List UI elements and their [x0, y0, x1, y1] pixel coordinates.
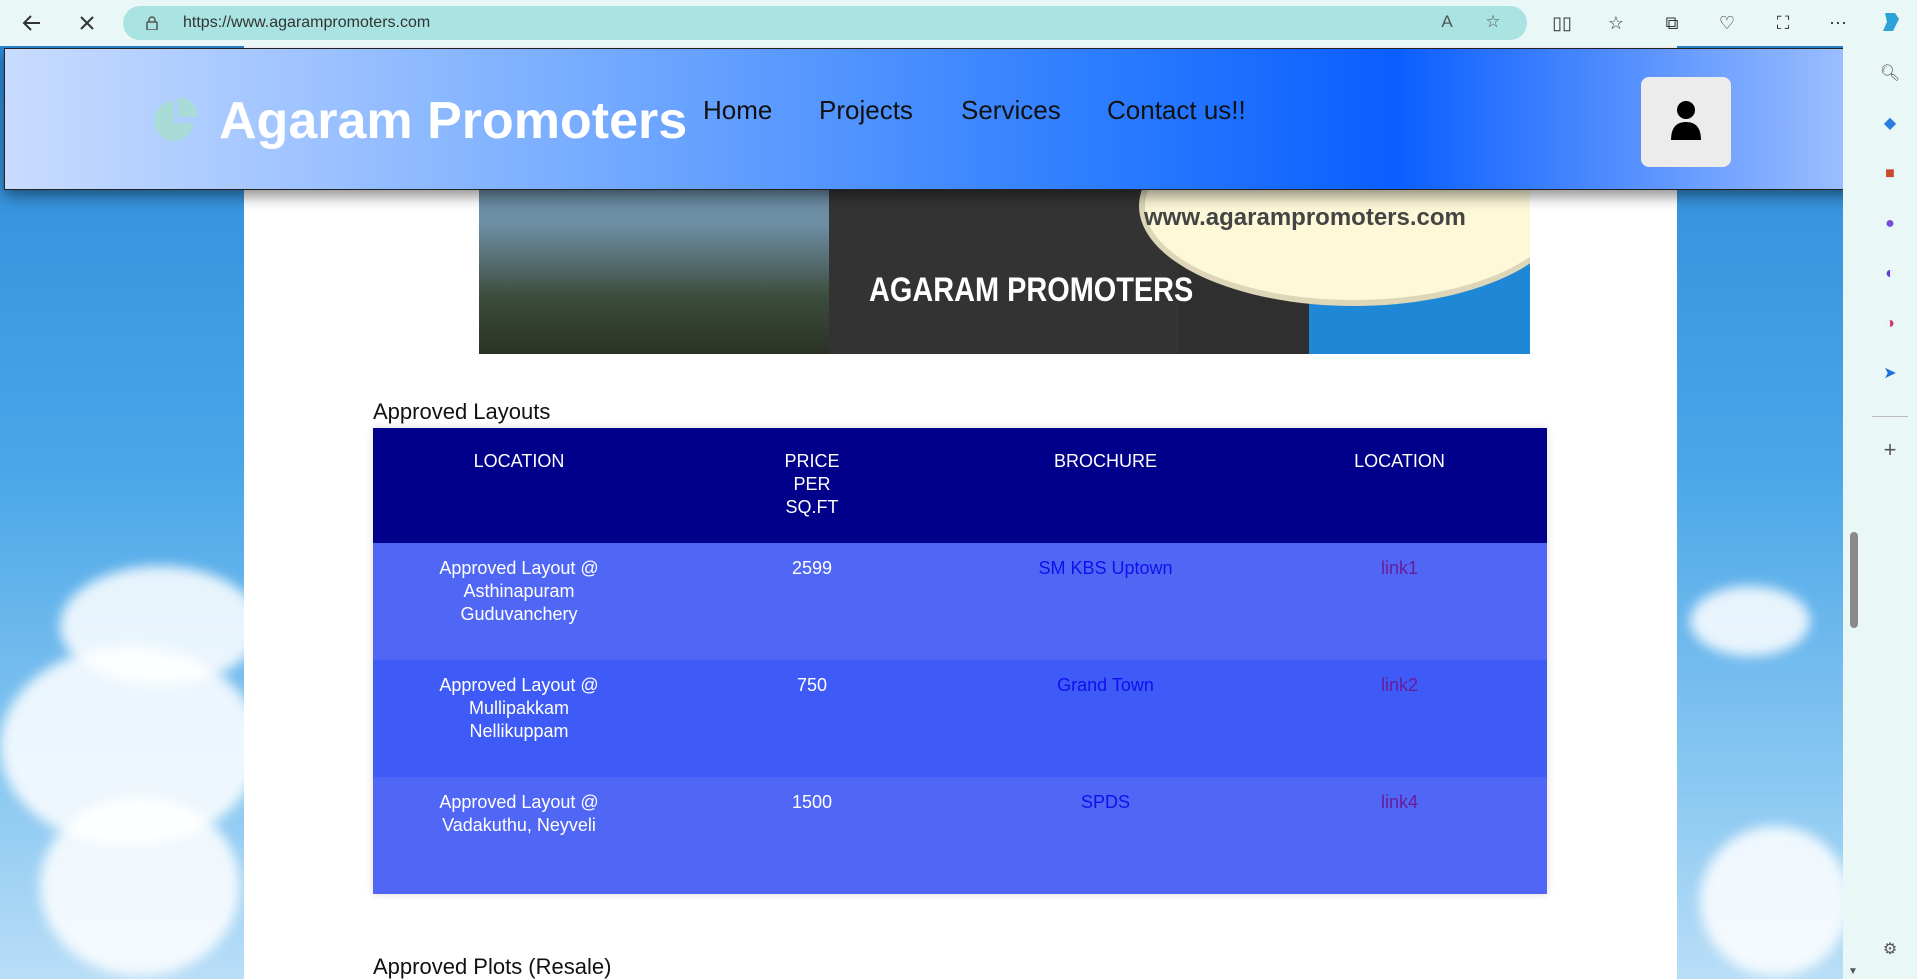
- more-menu-icon[interactable]: ⋯: [1825, 10, 1851, 36]
- back-icon[interactable]: [14, 5, 50, 41]
- user-account-button[interactable]: [1641, 77, 1731, 167]
- cell-price: 1500: [665, 777, 959, 894]
- browser-essentials-icon[interactable]: ♡: [1714, 10, 1740, 36]
- cell-price: 750: [665, 660, 959, 777]
- favorite-star-icon[interactable]: ☆: [1482, 12, 1504, 34]
- cell-brochure: SM KBS Uptown: [959, 543, 1252, 660]
- add-icon[interactable]: +: [1878, 438, 1902, 462]
- brochure-link[interactable]: Grand Town: [1057, 675, 1154, 695]
- tag-icon[interactable]: ◆: [1878, 112, 1902, 136]
- nav-projects[interactable]: Projects: [819, 95, 913, 126]
- tools-icon[interactable]: ■: [1878, 162, 1902, 186]
- split-screen-icon[interactable]: ▯▯: [1549, 10, 1575, 36]
- screenshot-icon[interactable]: ⛶: [1770, 10, 1796, 36]
- location-link[interactable]: link1: [1381, 558, 1418, 578]
- sidebar-divider: [1872, 416, 1908, 417]
- cell-location: Approved Layout @ Asthinapuram Guduvanch…: [373, 543, 665, 660]
- table-row: Approved Layout @ Vadakuthu, Neyveli 150…: [373, 777, 1547, 894]
- lock-icon[interactable]: [145, 16, 159, 31]
- nav-services[interactable]: Services: [961, 95, 1061, 126]
- copilot-sidebar-icon[interactable]: ◐: [1878, 262, 1902, 286]
- location-link[interactable]: link4: [1381, 792, 1418, 812]
- settings-gear-icon[interactable]: ⚙: [1878, 938, 1902, 962]
- copilot-icon[interactable]: [1878, 10, 1904, 36]
- location-link[interactable]: link2: [1381, 675, 1418, 695]
- approved-plots-title: Approved Plots (Resale): [373, 954, 612, 979]
- brochure-link[interactable]: SM KBS Uptown: [1038, 558, 1172, 578]
- header-location-link: LOCATION: [1252, 428, 1547, 543]
- banner-brand-text: AGARAM PROMOTERS: [869, 271, 1194, 309]
- designer-icon[interactable]: ◑: [1878, 312, 1902, 336]
- header-price: PRICE PER SQ.FT: [665, 428, 959, 543]
- cell-link: link2: [1252, 660, 1547, 777]
- page-viewport: www.agarampromoters.com AGARAM PROMOTERS…: [0, 46, 1864, 979]
- brochure-link[interactable]: SPDS: [1081, 792, 1130, 812]
- edge-sidebar: 🔍︎ ◆ ■ ● ◐ ◑ ➤ + ⚙: [1864, 46, 1917, 979]
- approved-layouts-table: LOCATION PRICE PER SQ.FT BROCHURE LOCATI…: [373, 428, 1547, 894]
- header-location: LOCATION: [373, 428, 665, 543]
- header-brochure: BROCHURE: [959, 428, 1252, 543]
- cell-link: link4: [1252, 777, 1547, 894]
- nav-contact[interactable]: Contact us!!: [1107, 95, 1246, 126]
- stop-loading-icon[interactable]: [69, 5, 105, 41]
- search-icon[interactable]: 🔍︎: [1878, 62, 1902, 86]
- approved-layouts-title: Approved Layouts: [373, 399, 551, 424]
- cell-brochure: SPDS: [959, 777, 1252, 894]
- browser-toolbar: https://www.agarampromoters.com A ☆ ▯▯ ☆…: [0, 0, 1917, 46]
- cell-brochure: Grand Town: [959, 660, 1252, 777]
- cell-price: 2599: [665, 543, 959, 660]
- user-icon: [1669, 100, 1703, 145]
- address-bar[interactable]: https://www.agarampromoters.com A ☆: [123, 6, 1527, 40]
- url-text[interactable]: https://www.agarampromoters.com: [183, 14, 430, 32]
- table-row: Approved Layout @ Asthinapuram Guduvanch…: [373, 543, 1547, 660]
- scrollbar-thumb[interactable]: [1850, 532, 1858, 628]
- pie-chart-logo-icon: [150, 95, 202, 147]
- table-row: Approved Layout @ Mullipakkam Nellikuppa…: [373, 660, 1547, 777]
- page-scrollbar[interactable]: ▼: [1843, 46, 1864, 979]
- nav-home[interactable]: Home: [703, 95, 772, 126]
- scroll-down-arrow-icon[interactable]: ▼: [1848, 966, 1858, 977]
- banner-site-text: www.agarampromoters.com: [1144, 204, 1466, 231]
- cell-location: Approved Layout @ Vadakuthu, Neyveli: [373, 777, 665, 894]
- collections-icon[interactable]: ⧉: [1659, 10, 1685, 36]
- cell-location: Approved Layout @ Mullipakkam Nellikuppa…: [373, 660, 665, 777]
- send-icon[interactable]: ➤: [1878, 362, 1902, 386]
- favorites-icon[interactable]: ☆: [1603, 10, 1629, 36]
- cell-link: link1: [1252, 543, 1547, 660]
- games-icon[interactable]: ●: [1878, 212, 1902, 236]
- read-aloud-icon[interactable]: A: [1436, 12, 1458, 34]
- table-header-row: LOCATION PRICE PER SQ.FT BROCHURE LOCATI…: [373, 428, 1547, 543]
- site-logo-text[interactable]: Agaram Promoters: [219, 91, 687, 151]
- site-header: Agaram Promoters Home Projects Services …: [4, 48, 1860, 190]
